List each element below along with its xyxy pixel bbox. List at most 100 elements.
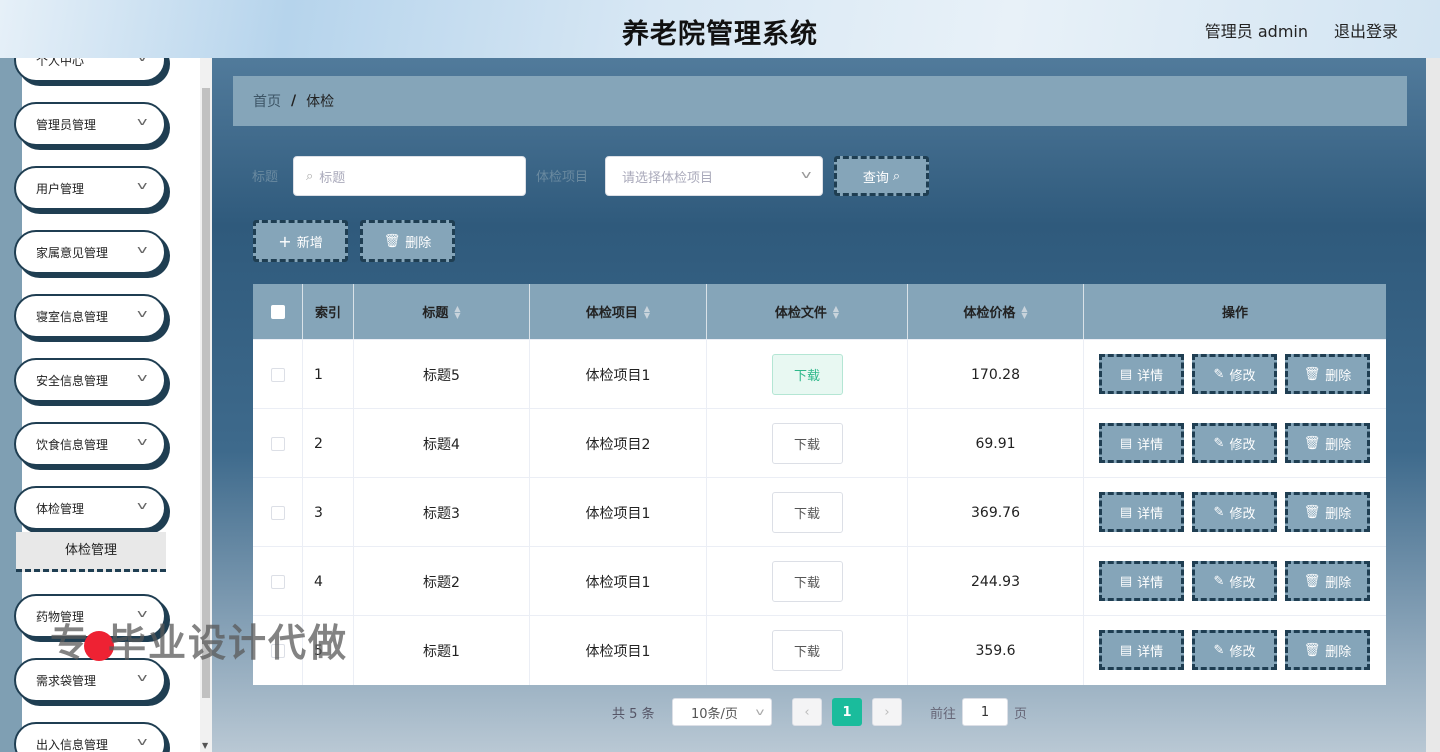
- document-icon: ▤: [1119, 504, 1133, 520]
- col-label: 索引: [314, 306, 341, 321]
- trash-icon: 🗑: [383, 233, 401, 249]
- trash-icon: 🗑: [1303, 573, 1321, 589]
- sort-icon[interactable]: ▲ ▼: [644, 304, 650, 319]
- sidebar-item-access[interactable]: 出入信息管理 v: [14, 722, 166, 752]
- file-cell: 下载: [707, 409, 908, 478]
- row-checkbox[interactable]: [270, 367, 285, 382]
- index-cell: 4: [303, 547, 354, 616]
- scroll-down-icon[interactable]: ▼: [202, 741, 208, 750]
- sidebar-item-admin[interactable]: 管理员管理 v: [14, 102, 166, 146]
- sort-icon[interactable]: ▲ ▼: [833, 304, 839, 319]
- price-cell: 359.6: [908, 616, 1084, 685]
- detail-button[interactable]: ▤ 详情: [1099, 561, 1184, 601]
- plus-icon: +: [278, 231, 292, 251]
- delete-label: 删除: [1325, 506, 1352, 522]
- delete-button[interactable]: 🗑 删除: [1285, 561, 1370, 601]
- row-select-cell: [253, 409, 303, 478]
- add-button[interactable]: + 新增: [253, 220, 348, 262]
- chevron-down-icon: v: [755, 706, 765, 718]
- table-row: 2 标题4 体检项目2 下载 69.91 ▤ 详情 ✎ 修改 🗑 删除: [253, 408, 1386, 478]
- item-select[interactable]: 请选择体检项目 v: [605, 156, 823, 196]
- delete-button[interactable]: 🗑 删除: [1285, 492, 1370, 532]
- submenu-checkup-management[interactable]: 体检管理: [16, 532, 166, 572]
- index-cell: 2: [303, 409, 354, 478]
- col-price[interactable]: 体检价格 ▲ ▼: [908, 284, 1084, 339]
- detail-button[interactable]: ▤ 详情: [1099, 354, 1184, 394]
- edit-button[interactable]: ✎ 修改: [1192, 492, 1277, 532]
- delete-button[interactable]: 🗑 删除: [1285, 630, 1370, 670]
- sidebar-item-users[interactable]: 用户管理 v: [14, 166, 166, 210]
- sidebar-item-family-feedback[interactable]: 家属意见管理 v: [14, 230, 166, 274]
- row-select-cell: [253, 478, 303, 547]
- pagination: 共 5 条 10条/页 v ‹ 1 › 前往 1 页: [612, 698, 1072, 728]
- col-label: 操作: [1221, 306, 1248, 321]
- edit-button[interactable]: ✎ 修改: [1192, 354, 1277, 394]
- row-checkbox[interactable]: [270, 436, 285, 451]
- actions-cell: ▤ 详情 ✎ 修改 🗑 删除: [1084, 409, 1386, 478]
- item-cell: 体检项目1: [530, 547, 707, 616]
- sidebar-item-dorm[interactable]: 寝室信息管理 v: [14, 294, 166, 338]
- edit-label: 修改: [1229, 575, 1256, 591]
- pencil-icon: ✎: [1213, 504, 1225, 520]
- item-label: 体检项目: [536, 170, 589, 185]
- goto-input[interactable]: 1: [962, 698, 1008, 726]
- download-button[interactable]: 下载: [771, 630, 843, 671]
- chevron-down-icon: v: [137, 115, 148, 128]
- download-button[interactable]: 下载: [771, 354, 843, 395]
- query-button[interactable]: 查询 ⌕: [834, 156, 929, 196]
- select-all-checkbox[interactable]: [270, 304, 285, 319]
- actions-cell: ▤ 详情 ✎ 修改 🗑 删除: [1084, 616, 1386, 685]
- sidebar-item-label: 出入信息管理: [36, 737, 109, 752]
- breadcrumb: 首页 / 体检: [233, 76, 1407, 126]
- total-count: 共 5 条: [612, 706, 655, 722]
- main-scrollbar[interactable]: [1426, 58, 1440, 752]
- pencil-icon: ✎: [1213, 573, 1225, 589]
- delete-button[interactable]: 🗑 删除: [1285, 354, 1370, 394]
- sort-icon[interactable]: ▲ ▼: [454, 304, 460, 319]
- index-cell: 3: [303, 478, 354, 547]
- delete-button[interactable]: 🗑 删除: [1285, 423, 1370, 463]
- prev-page-button[interactable]: ‹: [792, 698, 822, 726]
- actions-cell: ▤ 详情 ✎ 修改 🗑 删除: [1084, 547, 1386, 616]
- page-1-button[interactable]: 1: [832, 698, 862, 726]
- col-item[interactable]: 体检项目 ▲ ▼: [530, 284, 707, 339]
- title-cell: 标题5: [354, 340, 530, 409]
- batch-delete-button[interactable]: 🗑 删除: [360, 220, 455, 262]
- sort-icon[interactable]: ▲ ▼: [1021, 304, 1027, 319]
- sidebar-item-label: 管理员管理: [36, 117, 97, 132]
- download-button[interactable]: 下载: [771, 492, 843, 533]
- index-cell: 1: [303, 340, 354, 409]
- main-content: 首页 / 体检 标题 ⌕ 标题 体检项目 请选择体检项目 v 查询 ⌕ + 新增 🗑…: [212, 58, 1440, 752]
- col-file[interactable]: 体检文件 ▲ ▼: [707, 284, 908, 339]
- logout-link[interactable]: 退出登录: [1334, 18, 1398, 42]
- edit-button[interactable]: ✎ 修改: [1192, 630, 1277, 670]
- edit-button[interactable]: ✎ 修改: [1192, 423, 1277, 463]
- sidebar-item-safety[interactable]: 安全信息管理 v: [14, 358, 166, 402]
- sidebar-item-diet[interactable]: 饮食信息管理 v: [14, 422, 166, 466]
- title-search-input[interactable]: ⌕ 标题: [293, 156, 526, 196]
- sidebar-item-personal-center[interactable]: 个人中心 v: [14, 58, 166, 82]
- download-button[interactable]: 下载: [771, 423, 843, 464]
- row-select-cell: [253, 547, 303, 616]
- sidebar-item-checkup[interactable]: 体检管理 v: [14, 486, 166, 530]
- detail-button[interactable]: ▤ 详情: [1099, 423, 1184, 463]
- detail-button[interactable]: ▤ 详情: [1099, 630, 1184, 670]
- row-checkbox[interactable]: [270, 505, 285, 520]
- scrollbar-thumb[interactable]: [202, 88, 210, 698]
- chevron-down-icon: v: [138, 58, 148, 64]
- detail-button[interactable]: ▤ 详情: [1099, 492, 1184, 532]
- breadcrumb-home[interactable]: 首页: [253, 91, 281, 111]
- page-size-select[interactable]: 10条/页 v: [672, 698, 772, 726]
- title-cell: 标题3: [354, 478, 530, 547]
- price-cell: 369.76: [908, 478, 1084, 547]
- col-title[interactable]: 标题 ▲ ▼: [354, 284, 530, 339]
- page-unit-label: 页: [1014, 706, 1028, 722]
- edit-button[interactable]: ✎ 修改: [1192, 561, 1277, 601]
- next-page-button[interactable]: ›: [872, 698, 902, 726]
- col-index: 索引: [303, 284, 354, 339]
- sidebar-item-label: 需求袋管理: [36, 673, 97, 688]
- item-cell: 体检项目1: [530, 616, 707, 685]
- row-checkbox[interactable]: [270, 574, 285, 589]
- download-button[interactable]: 下载: [771, 561, 843, 602]
- sidebar-item-label: 用户管理: [36, 181, 85, 196]
